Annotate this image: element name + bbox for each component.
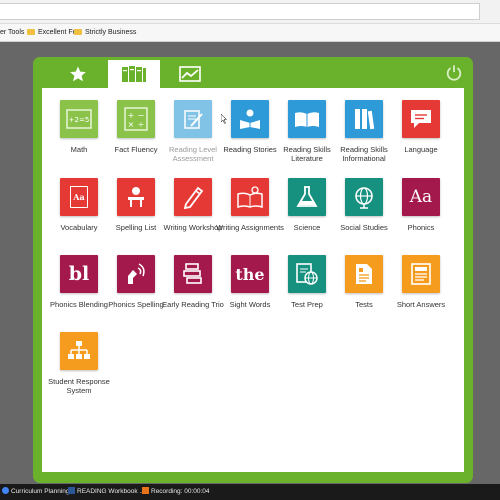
address-bar[interactable] — [0, 3, 480, 20]
word-icon — [68, 487, 75, 494]
idea-book-icon — [231, 178, 269, 216]
tile-phonics[interactable]: Aa Phonics — [386, 178, 456, 232]
flask-icon — [288, 178, 326, 216]
power-icon — [446, 65, 462, 81]
icon-text: Aa — [409, 187, 433, 207]
network-icon — [60, 332, 98, 370]
bl-icon: bl — [60, 255, 98, 293]
pencil-icon — [174, 178, 212, 216]
test-sheet-globe-icon — [288, 255, 326, 293]
calculator-icon: + − × ÷ — [117, 100, 155, 138]
taskbar: Curriculum Planning READING Workbook ...… — [0, 484, 500, 500]
taskbar-item-recording[interactable]: Recording: 00:00:04 — [142, 487, 210, 497]
tile-label: Language — [404, 145, 438, 154]
svg-text:÷: ÷ — [138, 120, 145, 129]
sound-hand-icon — [117, 255, 155, 293]
folder-icon — [27, 29, 35, 35]
tile-student-response-system[interactable]: Student Response System — [44, 332, 114, 395]
record-icon — [142, 487, 149, 494]
aa-icon: Aa — [402, 178, 440, 216]
stacked-blocks-icon — [174, 255, 212, 293]
tab-library[interactable] — [108, 60, 160, 88]
line-chart-icon — [179, 66, 201, 82]
bookmark-label: Strictly Business — [85, 29, 137, 36]
tile-label: Short Answers — [396, 300, 446, 309]
tile-label: Phonics — [407, 223, 435, 232]
star-icon — [70, 66, 86, 82]
bookmark-label: er Tools — [0, 29, 25, 36]
bookmarks-bar: er Tools Excellent Fun Strictly Business — [0, 24, 500, 42]
student-desk-icon — [117, 178, 155, 216]
mouse-cursor-icon — [221, 114, 227, 124]
svg-text:+: + — [128, 111, 135, 120]
tile-short-answers[interactable]: Short Answers — [386, 255, 456, 309]
app-window: +2=5 Math + − × ÷ Fact Fluency Reading Leve… — [33, 57, 473, 483]
reader-icon — [231, 100, 269, 138]
svg-text:×: × — [128, 120, 135, 129]
taskbar-item-reading-workbook[interactable]: READING Workbook ... — [68, 487, 145, 497]
taskbar-label: Curriculum Planning — [11, 488, 70, 495]
tile-label: Student Response System — [48, 377, 110, 395]
icon-text: Aa — [73, 192, 85, 202]
test-document-icon — [345, 255, 383, 293]
taskbar-item-curriculum-planning[interactable]: Curriculum Planning — [2, 487, 70, 497]
tile-language[interactable]: Language — [386, 100, 456, 154]
tab-favorites[interactable] — [52, 60, 104, 88]
svg-text:−: − — [138, 111, 145, 120]
subject-grid: +2=5 Math + − × ÷ Fact Fluency Reading Leve… — [42, 88, 464, 472]
globe-icon — [345, 178, 383, 216]
bookmark-tools[interactable]: er Tools — [0, 29, 24, 36]
book-stack-icon — [345, 100, 383, 138]
taskbar-label: Recording: 00:00:04 — [151, 488, 210, 495]
bookmark-excellent-fun[interactable]: Excellent Fun — [27, 29, 80, 36]
books-icon — [122, 66, 146, 82]
bookmark-strictly-business[interactable]: Strictly Business — [74, 29, 136, 36]
icon-text: the — [235, 264, 265, 284]
icon-text: bl — [68, 263, 90, 285]
answer-sheet-icon — [402, 255, 440, 293]
taskbar-label: READING Workbook ... — [77, 488, 145, 495]
the-icon: the — [231, 255, 269, 293]
clipboard-icon — [174, 100, 212, 138]
svg-text:+2=5: +2=5 — [69, 116, 90, 124]
power-button[interactable] — [445, 64, 463, 82]
folder-icon — [74, 29, 82, 35]
math-board-icon: +2=5 — [60, 100, 98, 138]
open-book-icon — [288, 100, 326, 138]
tab-reports[interactable] — [164, 60, 216, 88]
speech-bubble-icon — [402, 100, 440, 138]
dictionary-icon: Aa — [60, 178, 98, 216]
chrome-icon — [2, 487, 9, 494]
browser-toolbar — [0, 0, 500, 24]
